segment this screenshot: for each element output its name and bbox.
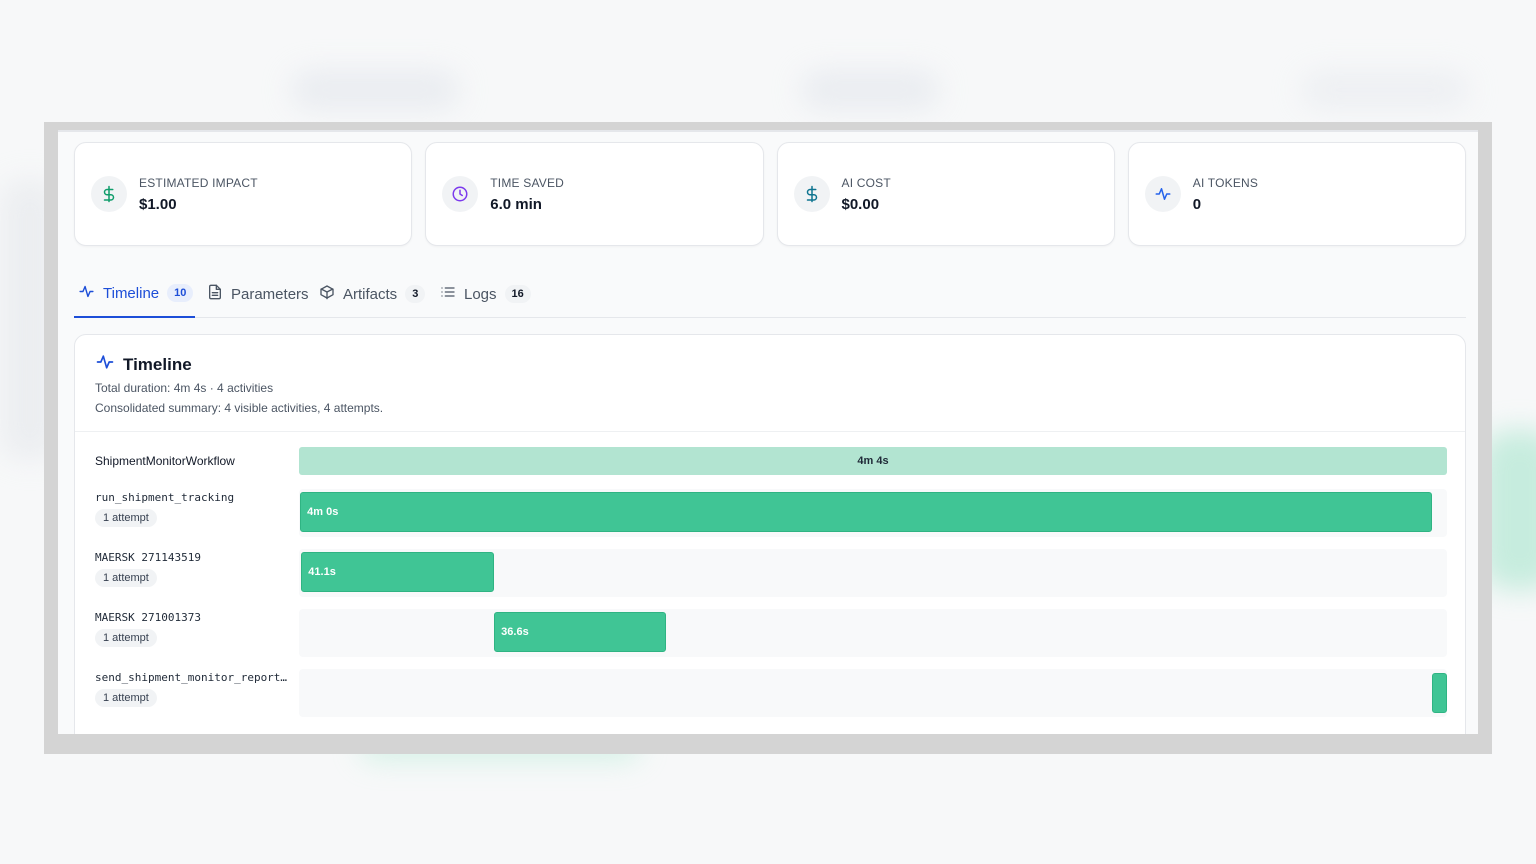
dollar-icon — [793, 176, 830, 212]
consolidated-summary-text: Consolidated summary: 4 visible activiti… — [95, 401, 384, 415]
tab-logs[interactable]: Logs 16 — [440, 270, 531, 318]
clock-icon — [442, 176, 479, 212]
stat-label: AI COST — [841, 176, 891, 190]
timeline-title: Timeline — [95, 352, 192, 377]
tab-label: Artifacts — [343, 285, 398, 303]
stat-value: $0.00 — [841, 196, 880, 213]
timeline-card: Timeline Total duration: 4m 4s · 4 activ… — [74, 334, 1466, 734]
stat-card-ai-cost: AI COST $0.00 — [776, 142, 1115, 246]
row-track: 4m 4s — [299, 447, 1447, 475]
stat-card-time-saved: TIME SAVED 6.0 min — [425, 142, 764, 246]
attempts-badge: 1 attempt — [95, 509, 157, 527]
workflow-detail-panel: ESTIMATED IMPACT $1.00 TIME SAVED 6.0 mi… — [58, 130, 1478, 734]
stat-label: TIME SAVED — [490, 176, 565, 190]
duration-bar[interactable]: 36.6s — [494, 612, 667, 652]
duration-bar[interactable] — [1432, 673, 1447, 713]
duration-bar[interactable]: 4m 0s — [300, 492, 1433, 532]
box-icon — [319, 284, 335, 304]
timeline-row[interactable]: run_shipment_tracking 1 attempt 4m 0s — [75, 489, 1467, 539]
activity-icon — [95, 352, 115, 377]
row-track — [299, 669, 1447, 717]
tab-count-badge: 16 — [504, 285, 531, 303]
tab-parameters[interactable]: Parameters — [207, 270, 309, 318]
stat-card-ai-tokens: AI TOKENS 0 — [1127, 142, 1466, 246]
stat-value: $1.00 — [139, 196, 177, 213]
row-track: 41.1s — [299, 549, 1447, 597]
tab-timeline[interactable]: Timeline 10 — [74, 270, 195, 318]
stat-card-estimated-impact: ESTIMATED IMPACT $1.00 — [74, 142, 413, 246]
tab-bar: Timeline 10 Parameters Artifacts 3 Logs … — [74, 270, 1466, 318]
activity-icon — [78, 283, 95, 304]
attempts-badge: 1 attempt — [95, 569, 157, 587]
stat-value: 0 — [1192, 196, 1202, 213]
duration-bar[interactable]: 4m 4s — [299, 447, 1447, 475]
timeline-header: Timeline Total duration: 4m 4s · 4 activ… — [75, 335, 1465, 432]
row-track: 36.6s — [299, 609, 1447, 657]
tab-count-badge: 10 — [167, 284, 194, 302]
row-name: MAERSK 271143519 — [95, 551, 201, 564]
attempts-badge: 1 attempt — [95, 629, 157, 647]
tab-label: Timeline — [103, 284, 160, 302]
screenshot-frame: ESTIMATED IMPACT $1.00 TIME SAVED 6.0 mi… — [44, 122, 1492, 754]
timeline-title-text: Timeline — [123, 354, 192, 374]
stat-value: 6.0 min — [490, 196, 542, 213]
duration-bar[interactable]: 41.1s — [301, 552, 495, 592]
stat-label: AI TOKENS — [1192, 176, 1259, 190]
stat-label: ESTIMATED IMPACT — [139, 176, 258, 190]
stats-row: ESTIMATED IMPACT $1.00 TIME SAVED 6.0 mi… — [74, 142, 1466, 246]
timeline-row-workflow[interactable]: ShipmentMonitorWorkflow 4m 4s — [75, 447, 1467, 475]
timeline-row[interactable]: MAERSK 271001373 1 attempt 36.6s — [75, 609, 1467, 659]
row-track: 4m 0s — [299, 489, 1447, 537]
tab-artifacts[interactable]: Artifacts 3 — [319, 270, 426, 318]
timeline-row[interactable]: MAERSK 271143519 1 attempt 41.1s — [75, 549, 1467, 599]
timeline-row[interactable]: send_shipment_monitor_report… 1 attempt — [75, 669, 1467, 719]
total-duration-text: Total duration: 4m 4s · 4 activities — [95, 381, 274, 395]
row-name: MAERSK 271001373 — [95, 611, 201, 624]
activity-icon — [1144, 176, 1181, 212]
row-name: send_shipment_monitor_report… — [95, 671, 288, 684]
tab-count-badge: 3 — [405, 285, 426, 303]
document-icon — [207, 284, 223, 304]
row-name: run_shipment_tracking — [95, 491, 235, 504]
list-icon — [440, 284, 456, 304]
tab-label: Logs — [464, 285, 497, 303]
row-name: ShipmentMonitorWorkflow — [95, 454, 235, 468]
tab-label: Parameters — [231, 285, 309, 303]
dollar-icon — [91, 176, 127, 212]
attempts-badge: 1 attempt — [95, 689, 157, 707]
